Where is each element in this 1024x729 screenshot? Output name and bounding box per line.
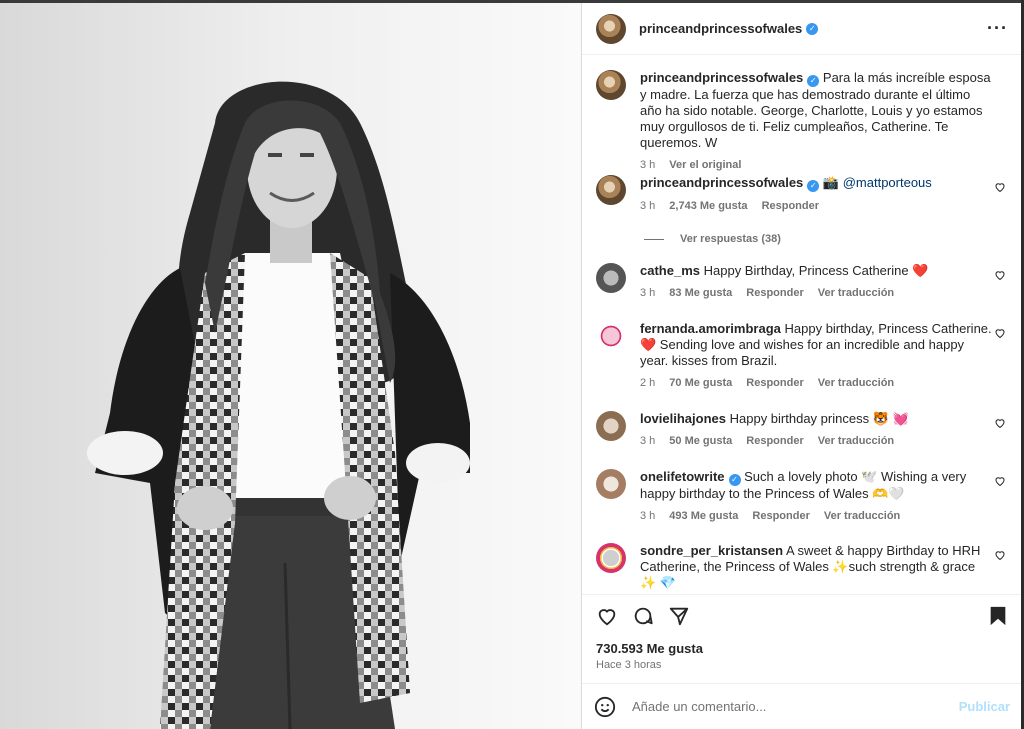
comment-time: 3 h	[640, 200, 656, 212]
comment-username[interactable]: fernanda.amorimbraga	[640, 321, 781, 336]
verified-badge-icon: ✓	[806, 22, 819, 35]
caption-time: 3 h	[640, 159, 656, 171]
post-time: Hace 3 horas	[596, 659, 662, 671]
comment-time: 3 h	[640, 510, 656, 522]
list-item: lovielihajones Happy birthday princess 🐯…	[596, 411, 1008, 449]
portrait-illustration	[0, 3, 581, 729]
reply-button[interactable]: Responder	[762, 198, 819, 214]
list-item: cathe_ms Happy Birthday, Princess Cather…	[596, 263, 1008, 301]
view-replies-button[interactable]: Ver respuestas (38)	[644, 233, 781, 245]
post-actions	[582, 594, 1022, 639]
post-photo[interactable]	[0, 3, 581, 729]
reply-button[interactable]: Responder	[746, 433, 803, 449]
comment-avatar[interactable]	[596, 411, 626, 441]
comment-icon[interactable]	[632, 605, 654, 627]
comment-avatar[interactable]	[596, 543, 626, 573]
comment-text: 📸	[822, 175, 840, 190]
comment-username[interactable]: princeandprincessofwales	[640, 175, 803, 190]
verified-badge-icon: ✓	[807, 75, 820, 87]
comment-composer: Publicar	[582, 683, 1022, 729]
caption-text: princeandprincessofwales ✓ Para la más in…	[640, 70, 992, 151]
verified-badge-icon: ✓	[728, 474, 741, 486]
reply-button[interactable]: Responder	[746, 375, 803, 391]
comment-like-icon[interactable]	[994, 181, 1006, 193]
comment-avatar[interactable]	[596, 469, 626, 499]
emoji-icon[interactable]	[594, 696, 616, 718]
reply-button[interactable]: Responder	[752, 508, 809, 524]
share-icon[interactable]	[668, 605, 690, 627]
post-header: princeandprincessofwales ✓ ···	[582, 3, 1022, 55]
comment-username[interactable]: onelifetowrite	[640, 469, 725, 484]
comment-input[interactable]	[630, 698, 934, 715]
reply-button[interactable]: Responder	[746, 285, 803, 301]
likes-count[interactable]: 730.593 Me gusta	[596, 641, 703, 656]
post-panel: princeandprincessofwales ✓ ··· princeand…	[581, 3, 1022, 729]
comment-username[interactable]: sondre_per_kristansen	[640, 543, 783, 558]
comment-like-icon[interactable]	[994, 417, 1006, 429]
comment-text: Happy Birthday, Princess Catherine ❤️	[703, 263, 929, 278]
comment-username[interactable]: cathe_ms	[640, 263, 700, 278]
view-replies-label: Ver respuestas (38)	[680, 233, 781, 245]
heart-icon[interactable]	[596, 605, 618, 627]
comment-like-icon[interactable]	[994, 549, 1006, 561]
comments-list: princeandprincessofwales ✓ Para la más in…	[582, 56, 1022, 594]
comment-likes[interactable]: 50 Me gusta	[669, 433, 732, 449]
verified-badge-icon: ✓	[807, 180, 820, 192]
translate-button[interactable]: Ver traducción	[818, 285, 894, 301]
comment-time: 2 h	[640, 377, 656, 389]
bookmark-icon[interactable]	[988, 605, 1008, 627]
translate-button[interactable]: Ver traducción	[818, 433, 894, 449]
comment-like-icon[interactable]	[994, 475, 1006, 487]
translate-button[interactable]: Ver traducción	[818, 375, 894, 391]
comment-like-icon[interactable]	[994, 269, 1006, 281]
comment-like-icon[interactable]	[994, 327, 1006, 339]
more-options-icon[interactable]: ···	[987, 18, 1008, 39]
divider	[644, 238, 664, 240]
comment-time: 3 h	[640, 435, 656, 447]
list-item: princeandprincessofwales ✓ 📸 @mattporteou…	[596, 175, 1008, 214]
see-original-link[interactable]: Ver el original	[669, 157, 741, 173]
list-item: fernanda.amorimbraga Happy birthday, Pri…	[596, 321, 1008, 391]
comment-username[interactable]: lovielihajones	[640, 411, 726, 426]
list-item: onelifetowrite ✓ Such a lovely photo 🕊️ W…	[596, 469, 1008, 524]
list-item: sondre_per_kristansen A sweet & happy Bi…	[596, 543, 1008, 591]
author-avatar[interactable]	[596, 13, 626, 44]
comment-time: 3 h	[640, 287, 656, 299]
publish-button[interactable]: Publicar	[959, 699, 1010, 714]
mention-link[interactable]: @mattporteous	[843, 175, 932, 190]
caption-username[interactable]: princeandprincessofwales	[640, 70, 803, 85]
comment-likes[interactable]: 70 Me gusta	[669, 375, 732, 391]
comment-avatar[interactable]	[596, 321, 626, 351]
comment-text: Happy birthday princess 🐯 💓	[729, 411, 909, 426]
comment-likes[interactable]: 83 Me gusta	[669, 285, 732, 301]
comment-avatar[interactable]	[596, 263, 626, 293]
comment-avatar[interactable]	[596, 175, 626, 205]
caption: princeandprincessofwales ✓ Para la más in…	[596, 70, 1008, 173]
comment-likes[interactable]: 2,743 Me gusta	[669, 198, 747, 214]
caption-avatar[interactable]	[596, 70, 626, 100]
author-username[interactable]: princeandprincessofwales	[639, 21, 802, 36]
comment-likes[interactable]: 493 Me gusta	[669, 508, 738, 524]
translate-button[interactable]: Ver traducción	[824, 508, 900, 524]
